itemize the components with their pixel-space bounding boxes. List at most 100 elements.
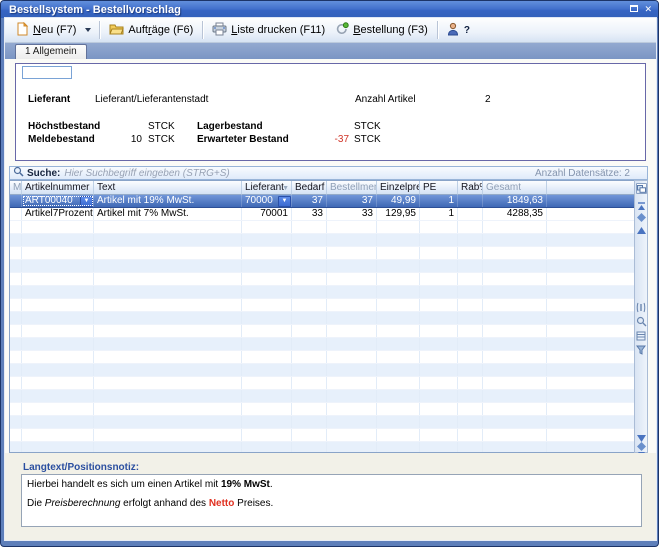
column-header-text[interactable]: Text <box>94 181 242 195</box>
cell-einzelpreis[interactable]: 49,99 <box>377 195 420 207</box>
scroll-prev-icon[interactable] <box>635 221 647 239</box>
cell-empty <box>458 416 483 428</box>
table-row-empty[interactable] <box>10 364 634 377</box>
cell-pe[interactable]: 1 <box>420 195 458 207</box>
cell-empty <box>547 312 634 324</box>
notes-box[interactable]: Hierbei handelt es sich um einen Artikel… <box>21 474 642 527</box>
cell-bedarf[interactable]: 37 <box>292 195 327 207</box>
column-header-m[interactable]: M <box>10 181 22 195</box>
search-bar[interactable]: Suche: Hier Suchbegriff eingeben (STRG+S… <box>9 166 648 180</box>
cell-m[interactable] <box>10 208 22 220</box>
cell-text[interactable]: Artikel mit 19% MwSt. <box>94 195 242 207</box>
column-header-gesamt[interactable]: Gesamt <box>483 181 547 195</box>
cell-bedarf[interactable]: 33 <box>292 208 327 220</box>
table-row-empty[interactable] <box>10 234 634 247</box>
cell-empty <box>10 364 22 376</box>
expected-stock-value: -37 <box>308 134 349 145</box>
column-header-rab[interactable]: Rab% <box>458 181 483 195</box>
cell-empty <box>377 429 420 441</box>
cell-empty <box>420 273 458 285</box>
column-header-bestellmenge[interactable]: Bestellmenge <box>327 181 377 195</box>
table-row-empty[interactable] <box>10 325 634 338</box>
cell-filler[interactable] <box>547 208 634 220</box>
cell-empty <box>547 299 634 311</box>
cell-filler[interactable] <box>547 195 634 207</box>
cell-rab[interactable] <box>458 195 483 207</box>
table-row-empty[interactable] <box>10 351 634 364</box>
cell-empty <box>377 312 420 324</box>
table-row-empty[interactable] <box>10 338 634 351</box>
cell-empty <box>292 325 327 337</box>
column-header-pe[interactable]: PE <box>420 181 458 195</box>
cell-empty <box>10 351 22 363</box>
orders-button[interactable]: Aufträge (F6) <box>104 19 198 41</box>
cell-pe[interactable]: 1 <box>420 208 458 220</box>
orders-button-label: Aufträge (F6) <box>128 24 193 36</box>
restore-icon[interactable] <box>630 5 638 14</box>
quick-filter-input[interactable] <box>22 66 72 79</box>
cell-empty <box>483 247 547 259</box>
cell-empty <box>22 351 94 363</box>
column-header-filler[interactable] <box>547 181 634 195</box>
orders-folder-icon <box>109 22 124 38</box>
cell-bestellmenge[interactable]: 33 <box>327 208 377 220</box>
cell-empty <box>242 338 292 350</box>
table-row-empty[interactable] <box>10 377 634 390</box>
cell-gesamt[interactable]: 4288,35 <box>483 208 547 220</box>
sort-desc-icon: ▼ <box>282 182 289 195</box>
title-bar[interactable]: Bestellsystem - Bestellvorschlag ✕ <box>1 1 658 18</box>
table-row-empty[interactable] <box>10 403 634 416</box>
table-row-empty[interactable] <box>10 247 634 260</box>
cell-empty <box>547 442 634 453</box>
new-button[interactable]: Neu (F7) <box>11 19 81 42</box>
column-header-artikelnummer[interactable]: Artikelnummer <box>22 181 94 195</box>
dropdown-button[interactable]: ▼ <box>278 196 291 207</box>
cell-artikelnummer[interactable]: Artikel7Prozent <box>22 208 94 220</box>
supplier-label: Lieferant <box>28 94 70 105</box>
cell-empty <box>94 286 242 298</box>
table-row-empty[interactable] <box>10 299 634 312</box>
table-row-empty[interactable] <box>10 429 634 442</box>
new-dropdown-button[interactable] <box>81 25 95 35</box>
tab-allgemein[interactable]: 1 Allgemein <box>15 44 87 59</box>
cell-empty <box>327 403 377 415</box>
cell-empty <box>10 442 22 453</box>
help-button[interactable]: ? <box>442 19 475 42</box>
cell-lieferant[interactable]: 70001 <box>242 208 292 220</box>
table-row-empty[interactable] <box>10 442 634 453</box>
table-row-empty[interactable] <box>10 260 634 273</box>
cell-bestellmenge[interactable]: 37 <box>327 195 377 207</box>
cell-empty <box>377 273 420 285</box>
cell-einzelpreis[interactable]: 129,95 <box>377 208 420 220</box>
order-button[interactable]: Bestellung (F3) <box>330 19 433 42</box>
search-placeholder[interactable]: Hier Suchbegriff eingeben (STRG+S) <box>64 168 229 179</box>
table-row[interactable]: ART00040▼Artikel mit 19% MwSt.70000▼3737… <box>10 195 634 208</box>
table-row-empty[interactable] <box>10 221 634 234</box>
filter-icon[interactable] <box>635 342 647 360</box>
column-header-bedarf[interactable]: Bedarf <box>292 181 327 195</box>
cell-empty <box>292 377 327 389</box>
tab-strip: 1 Allgemein <box>5 43 656 59</box>
table-row-empty[interactable] <box>10 273 634 286</box>
table-row[interactable]: Artikel7ProzentArtikel mit 7% MwSt.70001… <box>10 208 634 221</box>
column-chooser-button[interactable] <box>636 183 647 194</box>
close-icon[interactable]: ✕ <box>644 5 652 14</box>
cell-empty <box>94 234 242 246</box>
cell-empty <box>10 221 22 233</box>
column-header-lieferant[interactable]: Lieferant▼ <box>242 181 292 195</box>
table-row-empty[interactable] <box>10 390 634 403</box>
cell-text[interactable]: Artikel mit 7% MwSt. <box>94 208 242 220</box>
cell-gesamt[interactable]: 1849,63 <box>483 195 547 207</box>
cell-lieferant[interactable]: 70000▼ <box>242 195 292 207</box>
cell-rab[interactable] <box>458 208 483 220</box>
cell-m[interactable] <box>10 195 22 207</box>
column-header-einzelpreis[interactable]: Einzelpreis <box>377 181 420 195</box>
table-row-empty[interactable] <box>10 312 634 325</box>
cell-artikelnummer[interactable]: ART00040▼ <box>22 195 94 207</box>
table-row-empty[interactable] <box>10 416 634 429</box>
print-list-button[interactable]: Liste drucken (F11) <box>207 19 330 42</box>
dropdown-button[interactable]: ▼ <box>80 196 93 207</box>
cell-empty <box>94 442 242 453</box>
cell-empty <box>292 260 327 272</box>
table-row-empty[interactable] <box>10 286 634 299</box>
